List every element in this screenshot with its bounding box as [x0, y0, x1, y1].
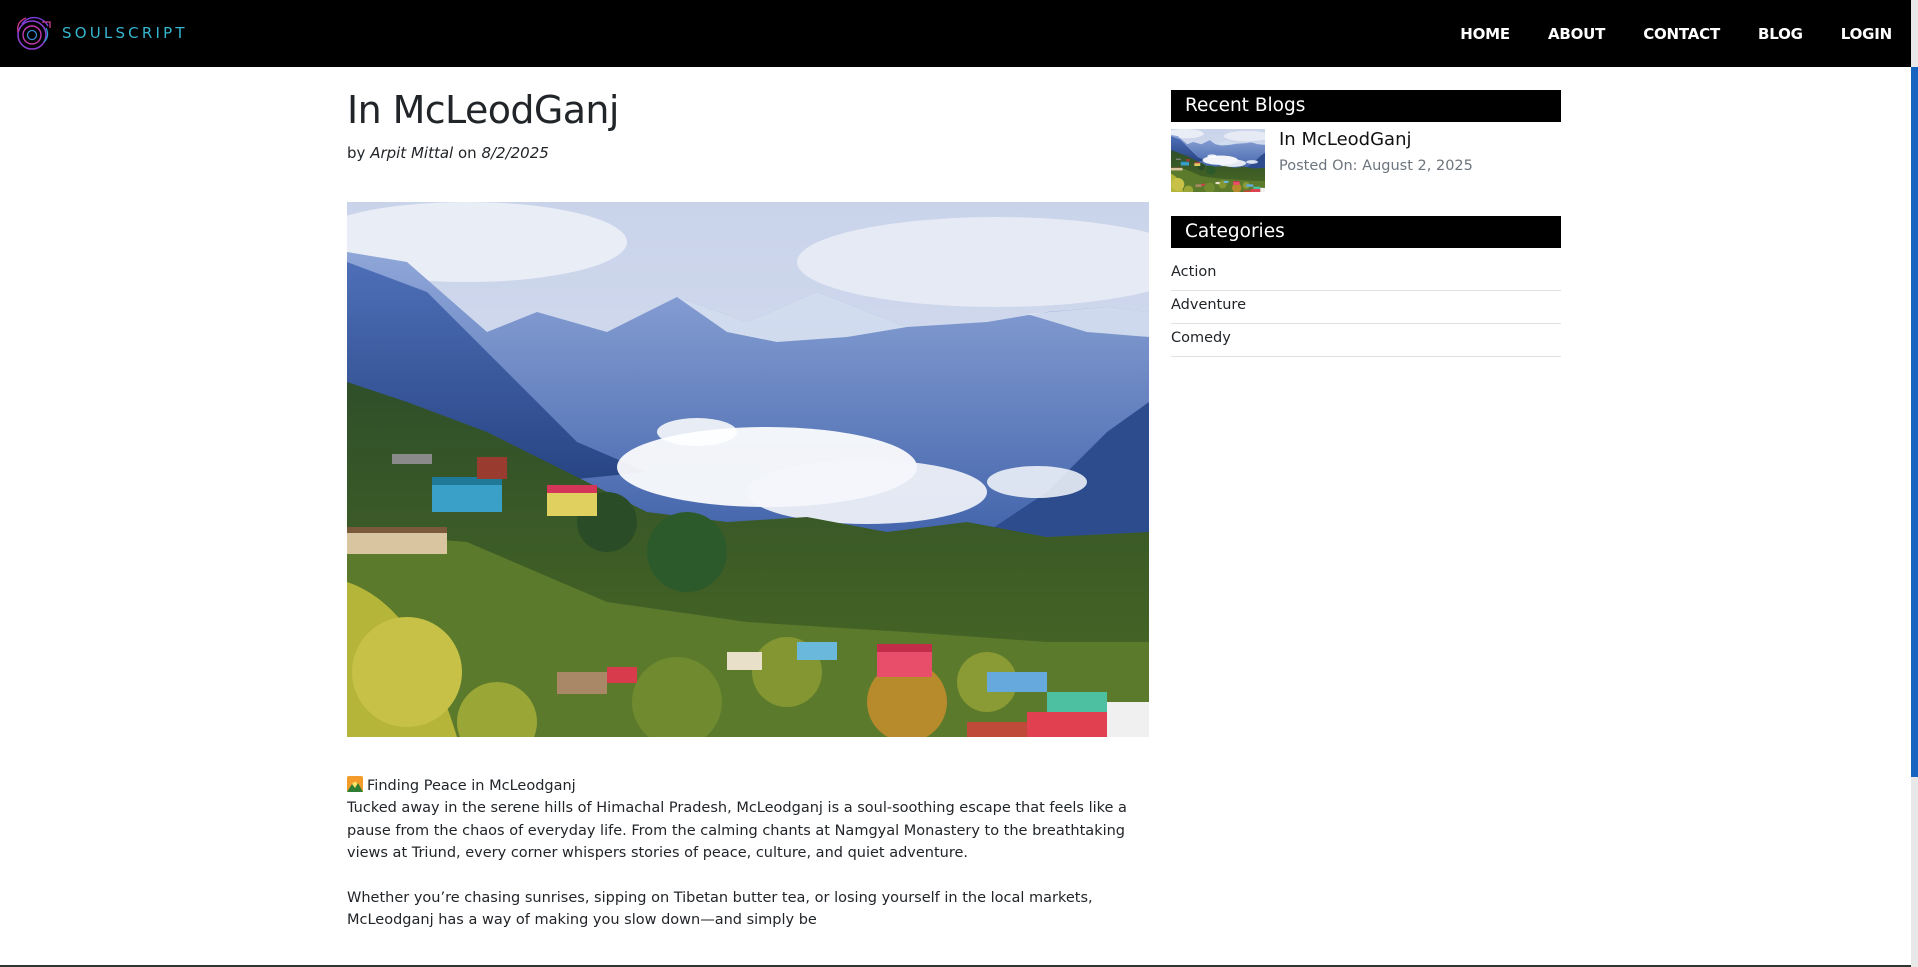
post-author: Arpit Mittal [370, 144, 454, 162]
post-subheading: Finding Peace in McLeodganj [347, 775, 1149, 797]
byline-prefix: by [347, 144, 366, 162]
nav-login[interactable]: LOGIN [1841, 25, 1892, 43]
categories-list: Action Adventure Comedy [1171, 258, 1561, 357]
recent-blog-info: In McLeodGanj Posted On: August 2, 2025 [1279, 129, 1473, 192]
recent-blog-thumbnail[interactable] [1171, 129, 1265, 192]
page-scrollbar[interactable] [1911, 0, 1918, 967]
post-title: In McLeodGanj [347, 88, 619, 132]
byline-on: on [457, 144, 477, 162]
mountain-landscape-photo [347, 202, 1149, 737]
scrollbar-thumb[interactable] [1911, 67, 1918, 777]
post-byline: by Arpit Mittal on 8/2/2025 [347, 144, 549, 162]
recent-blog-item[interactable]: In McLeodGanj Posted On: August 2, 2025 [1171, 129, 1561, 192]
brand[interactable]: SOULSCRIPT [12, 12, 188, 54]
sunrise-over-mountains-emoji [347, 776, 363, 792]
brand-name: SOULSCRIPT [62, 24, 188, 42]
nav-contact[interactable]: CONTACT [1643, 25, 1720, 43]
mountain-landscape-thumbnail [1171, 129, 1265, 192]
post-hero-image [347, 202, 1149, 737]
main-nav: HOME ABOUT CONTACT BLOG LOGIN [1422, 0, 1892, 67]
sidebar: Recent Blogs In McLeodGanj Posted On: Au… [1171, 90, 1561, 357]
top-navbar: SOULSCRIPT HOME ABOUT CONTACT BLOG LOGIN [0, 0, 1911, 67]
nav-about[interactable]: ABOUT [1548, 25, 1605, 43]
recent-blogs-heading: Recent Blogs [1171, 90, 1561, 122]
post-paragraph: Whether you’re chasing sunrises, sipping… [347, 889, 1093, 929]
category-action[interactable]: Action [1171, 258, 1561, 291]
category-comedy[interactable]: Comedy [1171, 324, 1561, 357]
nav-home[interactable]: HOME [1460, 25, 1510, 43]
subheading-text: Finding Peace in McLeodganj [367, 778, 576, 794]
post-content: Finding Peace in McLeodganj Tucked away … [347, 775, 1149, 931]
post-paragraph: Tucked away in the serene hills of Himac… [347, 800, 1127, 862]
camera-logo-icon [17, 16, 51, 50]
recent-blog-title[interactable]: In McLeodGanj [1279, 129, 1473, 150]
post-date: 8/2/2025 [481, 144, 549, 162]
recent-blog-date: Posted On: August 2, 2025 [1279, 158, 1473, 174]
category-adventure[interactable]: Adventure [1171, 291, 1561, 324]
nav-blog[interactable]: BLOG [1758, 25, 1803, 43]
categories-heading: Categories [1171, 216, 1561, 248]
